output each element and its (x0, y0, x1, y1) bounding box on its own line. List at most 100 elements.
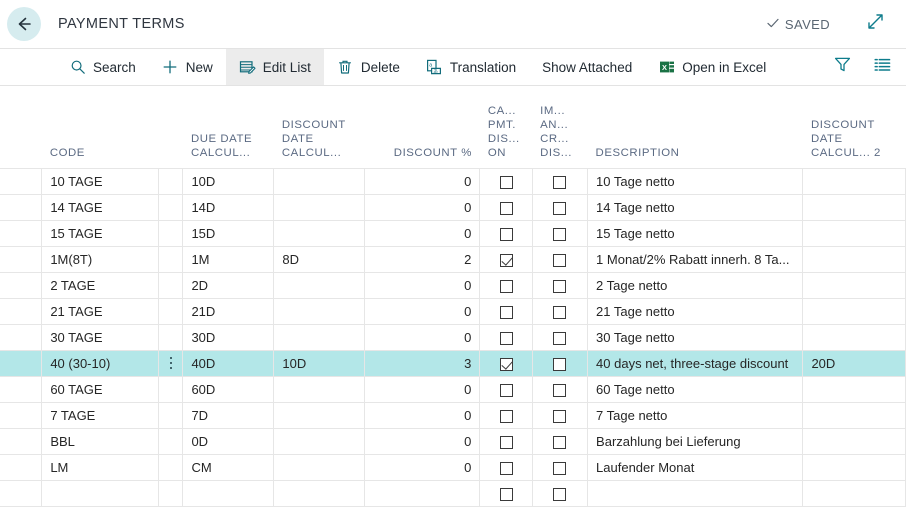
cell-code[interactable]: 7 TAGE (42, 402, 159, 428)
cell-discount-date-calculation-2[interactable] (803, 194, 906, 220)
row-select-cell[interactable] (0, 168, 42, 194)
cell-code[interactable]: 1M(8T) (42, 246, 159, 272)
row-select-cell[interactable] (0, 324, 42, 350)
cell-discount-date-calculation[interactable] (274, 454, 365, 480)
checkbox-incl-an-cr-disc[interactable] (553, 358, 566, 371)
cell-due-date-calculation[interactable]: 60D (183, 376, 274, 402)
expand-button[interactable] (858, 7, 892, 41)
row-menu-cell[interactable] (159, 246, 183, 272)
cell-description[interactable]: 21 Tage netto (588, 298, 803, 324)
cell-description[interactable]: 15 Tage netto (588, 220, 803, 246)
cell-discount-percent[interactable]: 0 (365, 402, 480, 428)
header-calc-pmt-disc-on[interactable]: CA... PMT. DIS... ON (480, 86, 532, 168)
checkbox-calc-pmt-disc-on[interactable] (500, 202, 513, 215)
checkbox-calc-pmt-disc-on[interactable] (500, 358, 513, 371)
cell-discount-percent[interactable]: 0 (365, 376, 480, 402)
cell-discount-date-calculation[interactable] (274, 194, 365, 220)
row-select-cell[interactable] (0, 350, 42, 376)
cell-discount-percent[interactable]: 0 (365, 454, 480, 480)
cell-due-date-calculation[interactable]: CM (183, 454, 274, 480)
cell-due-date-calculation[interactable] (183, 480, 274, 506)
cell-due-date-calculation[interactable]: 14D (183, 194, 274, 220)
cell-description[interactable]: 60 Tage netto (588, 376, 803, 402)
cell-calc-pmt-disc-on[interactable] (480, 402, 532, 428)
row-select-cell[interactable] (0, 220, 42, 246)
cell-code[interactable]: 60 TAGE (42, 376, 159, 402)
row-menu-cell[interactable] (159, 376, 183, 402)
row-select-cell[interactable] (0, 454, 42, 480)
table-row[interactable]: 1M(8T)1M8D21 Monat/2% Rabatt innerh. 8 T… (0, 246, 906, 272)
cell-description[interactable]: 2 Tage netto (588, 272, 803, 298)
cell-description[interactable]: 7 Tage netto (588, 402, 803, 428)
row-select-cell[interactable] (0, 428, 42, 454)
row-select-cell[interactable] (0, 298, 42, 324)
row-menu-button[interactable] (167, 351, 174, 376)
row-menu-cell[interactable] (159, 194, 183, 220)
cell-incl-an-cr-disc[interactable] (532, 376, 587, 402)
checkbox-incl-an-cr-disc[interactable] (553, 280, 566, 293)
cell-discount-date-calculation[interactable] (274, 428, 365, 454)
cell-due-date-calculation[interactable]: 21D (183, 298, 274, 324)
cell-code[interactable]: 10 TAGE (42, 168, 159, 194)
cell-calc-pmt-disc-on[interactable] (480, 194, 532, 220)
list-view-button[interactable] (870, 55, 894, 79)
cell-discount-date-calculation-2[interactable] (803, 428, 906, 454)
filter-button[interactable] (830, 55, 854, 79)
cell-incl-an-cr-disc[interactable] (532, 272, 587, 298)
checkbox-incl-an-cr-disc[interactable] (553, 462, 566, 475)
row-menu-cell[interactable] (159, 324, 183, 350)
cell-discount-date-calculation-2[interactable] (803, 220, 906, 246)
checkbox-calc-pmt-disc-on[interactable] (500, 228, 513, 241)
checkbox-calc-pmt-disc-on[interactable] (500, 176, 513, 189)
row-select-cell[interactable] (0, 246, 42, 272)
row-menu-cell[interactable] (159, 402, 183, 428)
checkbox-incl-an-cr-disc[interactable] (553, 488, 566, 501)
cell-calc-pmt-disc-on[interactable] (480, 324, 532, 350)
row-menu-cell[interactable] (159, 272, 183, 298)
table-row[interactable]: 60 TAGE 60D 0 60 Tage netto (0, 376, 906, 402)
cell-code[interactable] (42, 480, 159, 506)
cell-discount-date-calculation-2[interactable] (803, 480, 906, 506)
cell-incl-an-cr-disc[interactable] (532, 454, 587, 480)
cell-discount-date-calculation-2[interactable] (803, 246, 906, 272)
cell-discount-date-calculation[interactable] (274, 220, 365, 246)
cell-discount-date-calculation[interactable] (274, 480, 365, 506)
cell-discount-date-calculation-2[interactable]: 20D (803, 350, 906, 376)
row-menu-cell[interactable] (159, 350, 183, 376)
cell-due-date-calculation[interactable]: 7D (183, 402, 274, 428)
cell-code[interactable]: 40 (30-10) (42, 350, 159, 376)
cell-description[interactable]: Barzahlung bei Lieferung (588, 428, 803, 454)
delete-button[interactable]: Delete (324, 49, 413, 85)
table-row[interactable]: 7 TAGE 7D 0 7 Tage netto (0, 402, 906, 428)
header-discount-percent[interactable]: DISCOUNT % (365, 86, 480, 168)
cell-calc-pmt-disc-on[interactable] (480, 376, 532, 402)
cell-calc-pmt-disc-on[interactable] (480, 246, 532, 272)
cell-discount-date-calculation-2[interactable] (803, 324, 906, 350)
cell-code[interactable]: BBL (42, 428, 159, 454)
cell-discount-date-calculation-2[interactable] (803, 298, 906, 324)
checkbox-incl-an-cr-disc[interactable] (553, 176, 566, 189)
cell-calc-pmt-disc-on[interactable] (480, 428, 532, 454)
show-attached-button[interactable]: Show Attached (529, 49, 645, 85)
table-row[interactable]: 15 TAGE15D015 Tage netto (0, 220, 906, 246)
cell-calc-pmt-disc-on[interactable] (480, 168, 532, 194)
cell-due-date-calculation[interactable]: 0D (183, 428, 274, 454)
cell-discount-date-calculation[interactable] (274, 168, 365, 194)
table-row[interactable]: 30 TAGE30D030 Tage netto (0, 324, 906, 350)
table-row[interactable]: LMCM0Laufender Monat (0, 454, 906, 480)
table-row[interactable]: 21 TAGE21D021 Tage netto (0, 298, 906, 324)
cell-discount-percent[interactable]: 3 (365, 350, 480, 376)
cell-discount-date-calculation[interactable] (274, 402, 365, 428)
cell-code[interactable]: 14 TAGE (42, 194, 159, 220)
cell-discount-date-calculation-2[interactable] (803, 454, 906, 480)
cell-discount-date-calculation-2[interactable] (803, 402, 906, 428)
header-incl-an-cr-disc[interactable]: IM... AN... CR... DIS... (532, 86, 587, 168)
cell-due-date-calculation[interactable]: 30D (183, 324, 274, 350)
new-button[interactable]: New (149, 49, 226, 85)
cell-calc-pmt-disc-on[interactable] (480, 272, 532, 298)
checkbox-calc-pmt-disc-on[interactable] (500, 254, 513, 267)
cell-calc-pmt-disc-on[interactable] (480, 220, 532, 246)
row-menu-cell[interactable] (159, 298, 183, 324)
cell-discount-percent[interactable]: 0 (365, 220, 480, 246)
cell-code[interactable]: 21 TAGE (42, 298, 159, 324)
